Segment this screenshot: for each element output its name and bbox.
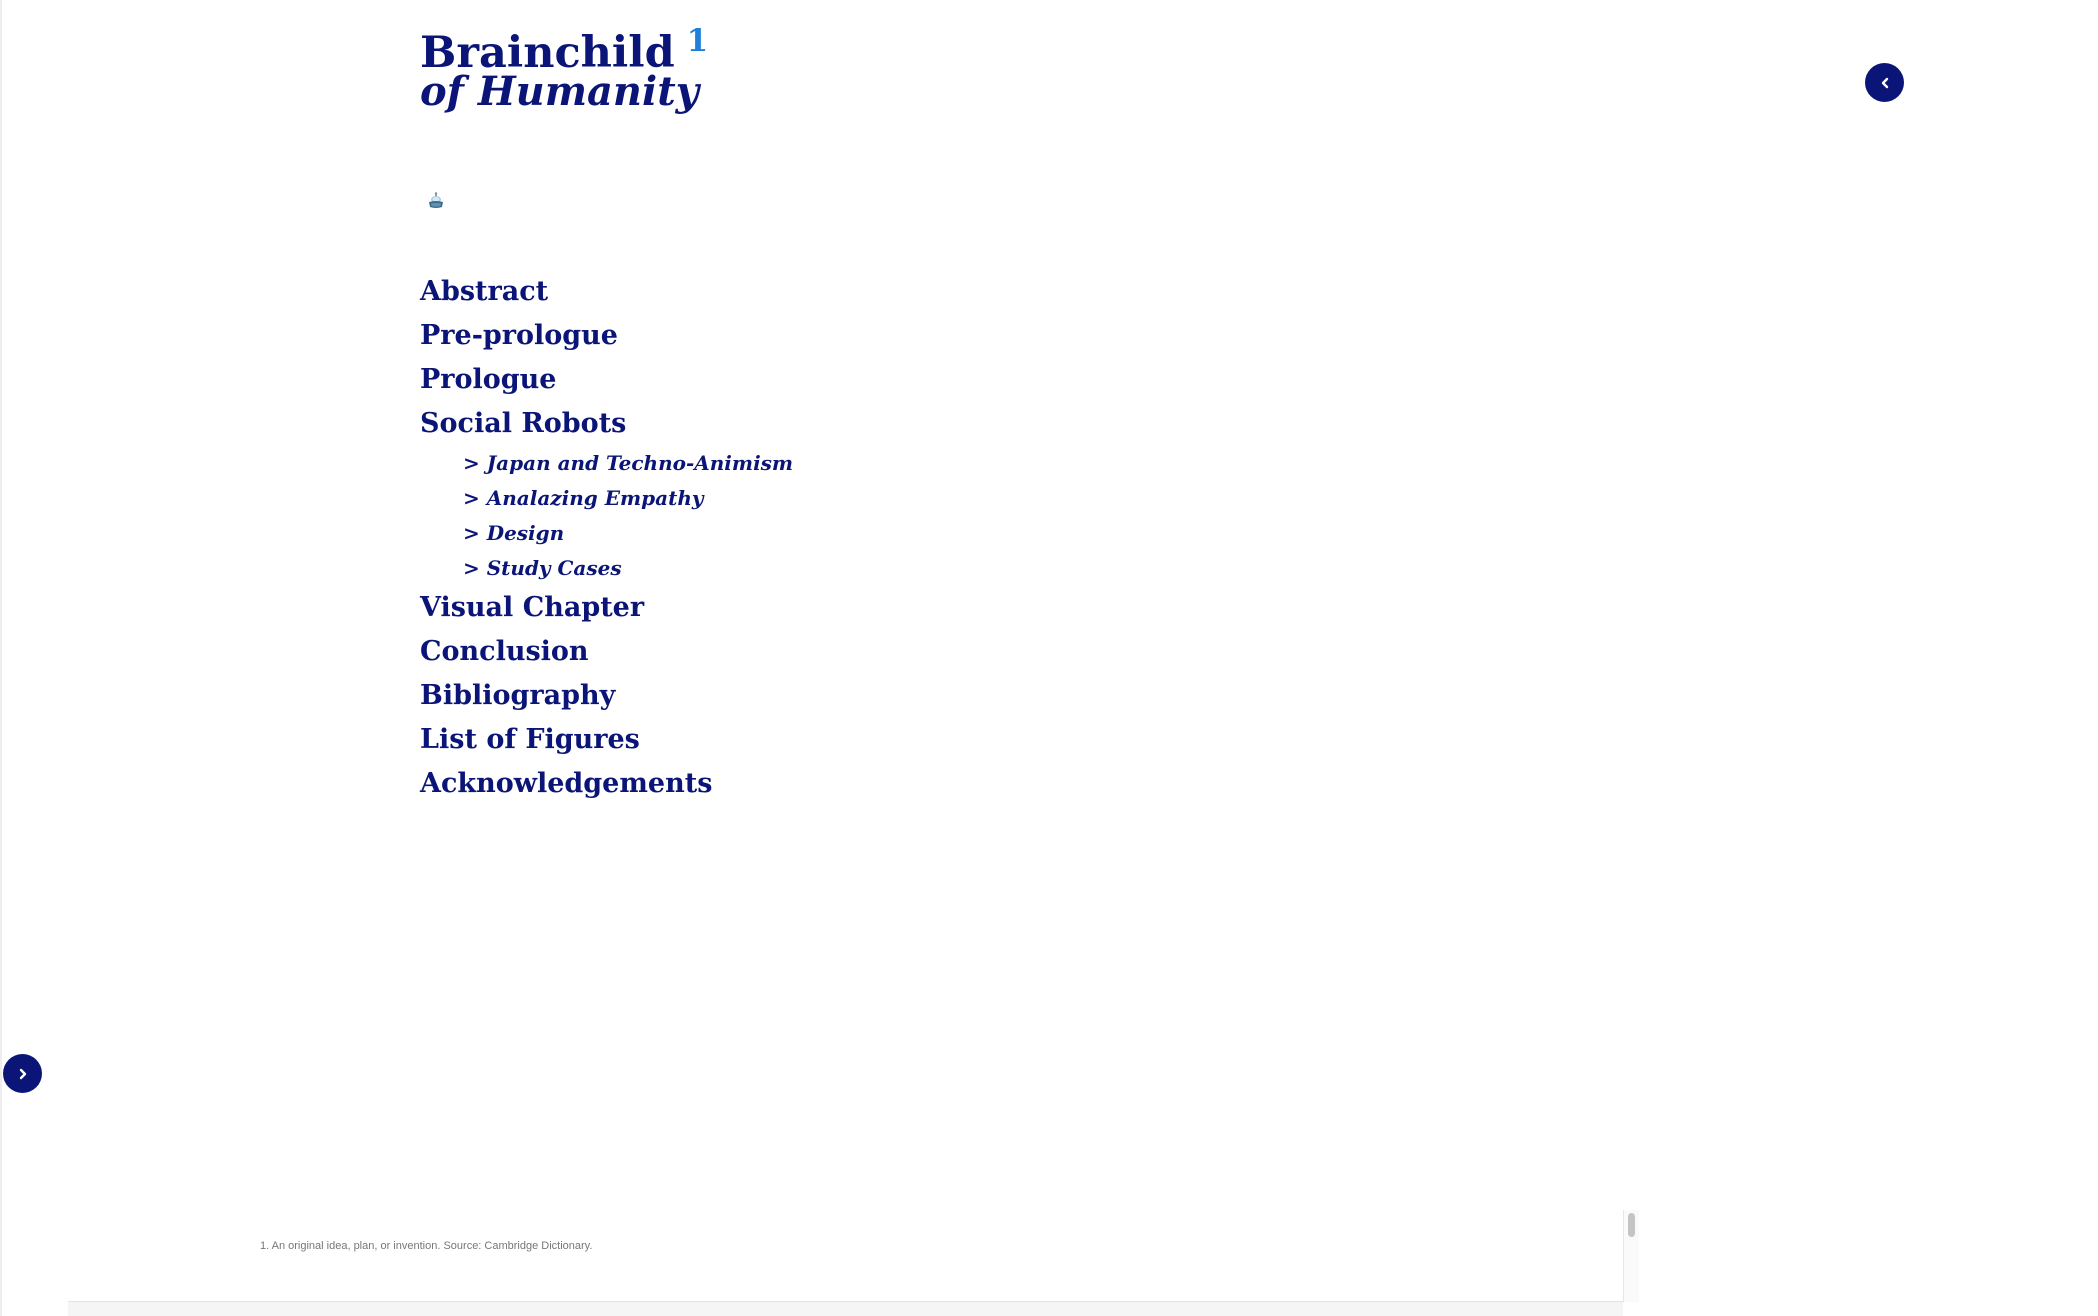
toc-item-list-of-figures[interactable]: List of Figures [420,718,793,762]
toc-subitem-design[interactable]: > Design [420,516,793,551]
footnote-panel: 1. An original idea, plan, or invention.… [68,1210,1638,1302]
site-title: Brainchild 1 of Humanity [420,26,708,115]
collapse-menu-button[interactable] [1865,63,1904,102]
footnote-scrollbar-thumb[interactable] [1628,1213,1635,1237]
footnote-ref-link[interactable]: 1 [687,26,709,57]
title-line-2: of Humanity [420,68,699,115]
chevron-right-icon [16,1067,30,1081]
chevron-left-icon [1878,76,1892,90]
toc-subitem-japan-techno-animism[interactable]: > Japan and Techno-Animism [420,446,793,481]
toc-item-prologue[interactable]: Prologue [420,358,793,402]
toc-item-social-robots[interactable]: Social Robots [420,402,793,446]
footnote-text: 1. An original idea, plan, or invention.… [260,1240,593,1252]
robot-mascot-icon [427,192,445,210]
toc-item-conclusion[interactable]: Conclusion [420,630,793,674]
table-of-contents: Abstract Pre-prologue Prologue Social Ro… [420,270,793,806]
footnote-scrollbar[interactable] [1623,1210,1639,1302]
toc-item-acknowledgements[interactable]: Acknowledgements [420,762,793,806]
toc-item-pre-prologue[interactable]: Pre-prologue [420,314,793,358]
toc-item-visual-chapter[interactable]: Visual Chapter [420,586,793,630]
toc-subitem-analazing-empathy[interactable]: > Analazing Empathy [420,481,793,516]
toc-item-bibliography[interactable]: Bibliography [420,674,793,718]
left-edge-border [0,0,2,1316]
footnote-bottom-strip [68,1302,1623,1316]
expand-menu-button[interactable] [3,1054,42,1093]
toc-item-abstract[interactable]: Abstract [420,270,793,314]
toc-subitem-study-cases[interactable]: > Study Cases [420,551,793,586]
